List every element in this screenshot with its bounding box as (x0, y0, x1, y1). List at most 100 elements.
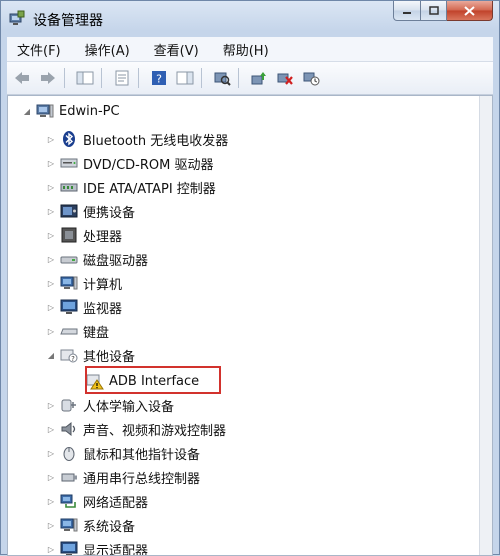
vertical-scrollbar[interactable] (479, 96, 492, 555)
expand-arrow-icon[interactable]: ▷ (46, 520, 56, 530)
keyboard-icon (60, 322, 78, 340)
toolbar-separator (238, 68, 239, 88)
tree-item-hid[interactable]: ▷ 人体学输入设备 (46, 394, 174, 416)
forward-arrow-icon (41, 72, 55, 84)
close-button[interactable] (447, 1, 493, 21)
expand-arrow-icon[interactable]: ▷ (46, 326, 56, 336)
show-hide-console-tree-button[interactable] (74, 67, 96, 89)
title-bar[interactable]: 设备管理器 (1, 1, 499, 35)
action-pane-button[interactable] (174, 67, 196, 89)
expand-arrow-icon[interactable]: ▷ (46, 472, 56, 482)
tree-item-keyboards[interactable]: ▷ 键盘 (46, 320, 109, 342)
tree-item-monitors[interactable]: ▷ 监视器 (46, 296, 122, 318)
toolbar-separator (101, 68, 102, 88)
window-controls (393, 1, 493, 23)
highlight-box (85, 366, 221, 394)
tree-item-disk-drives[interactable]: ▷ 磁盘驱动器 (46, 248, 148, 270)
speaker-icon (60, 420, 78, 438)
menu-view[interactable]: 查看(V) (144, 40, 209, 59)
portable-device-icon (60, 202, 78, 220)
svg-text:?: ? (71, 355, 75, 363)
tree-item-network-adapters[interactable]: ▷ 网络适配器 (46, 490, 148, 512)
expand-arrow-icon[interactable]: ▷ (46, 448, 56, 458)
toolbar-separator (64, 68, 65, 88)
collapse-arrow-icon[interactable]: ◢ (22, 106, 32, 116)
monitor-icon (60, 298, 78, 316)
tree-item-mice[interactable]: ▷ 鼠标和其他指针设备 (46, 442, 200, 464)
processor-icon (60, 226, 78, 244)
expand-arrow-icon[interactable]: ▷ (46, 278, 56, 288)
expand-arrow-icon[interactable]: ▷ (46, 496, 56, 506)
expand-arrow-icon[interactable]: ▷ (46, 230, 56, 240)
system-device-icon (60, 516, 78, 534)
uninstall-button[interactable] (274, 67, 296, 89)
menu-file[interactable]: 文件(F) (7, 40, 71, 59)
disable-device-button[interactable] (300, 67, 322, 89)
tree-item-processors[interactable]: ▷ 处理器 (46, 224, 122, 246)
device-manager-window: 设备管理器 文件(F) 操作(A) 查看(V) 帮助(H) ? ◢ Edwin-… (0, 0, 500, 556)
tree-item-portable-devices[interactable]: ▷ 便携设备 (46, 200, 135, 222)
expand-arrow-icon[interactable]: ▷ (46, 544, 56, 554)
expand-arrow-icon[interactable]: ▷ (46, 158, 56, 168)
back-button[interactable] (11, 67, 33, 89)
ide-controller-icon (60, 178, 78, 196)
toolbar: ? (7, 62, 493, 95)
toolbar-separator (201, 68, 202, 88)
help-button[interactable]: ? (148, 67, 170, 89)
hid-icon (60, 396, 78, 414)
expand-arrow-icon[interactable]: ▷ (46, 400, 56, 410)
maximize-icon (428, 6, 439, 15)
device-manager-icon (9, 10, 25, 26)
minimize-button[interactable] (393, 1, 421, 21)
svg-text:?: ? (156, 73, 162, 86)
back-arrow-icon (15, 72, 29, 84)
tree-item-sound-video-game[interactable]: ▷ 声音、视频和游戏控制器 (46, 418, 226, 440)
scan-hardware-icon (214, 72, 231, 86)
computer-icon (60, 274, 78, 292)
menu-help[interactable]: 帮助(H) (213, 40, 279, 59)
network-adapter-icon (60, 492, 78, 510)
display-adapter-icon (60, 540, 78, 555)
tree-item-system-devices[interactable]: ▷ 系统设备 (46, 514, 135, 536)
disk-drive-icon (60, 250, 78, 268)
expand-arrow-icon[interactable]: ▷ (46, 134, 56, 144)
expand-arrow-icon[interactable]: ▷ (46, 182, 56, 192)
computer-icon (36, 102, 54, 120)
collapse-arrow-icon[interactable]: ◢ (46, 350, 56, 360)
tree-item-display-adapters[interactable]: ▷ 显示适配器 (46, 538, 148, 555)
minimize-icon (403, 11, 411, 14)
toolbar-separator (138, 68, 139, 88)
expand-arrow-icon[interactable]: ▷ (46, 206, 56, 216)
tree-root[interactable]: ◢ Edwin-PC (22, 100, 120, 122)
menu-action[interactable]: 操作(A) (75, 40, 140, 59)
tree-item-bluetooth[interactable]: ▷ Bluetooth 无线电收发器 (46, 128, 228, 150)
unknown-device-icon: ? (60, 346, 78, 364)
tree-item-other-devices[interactable]: ◢ ? 其他设备 (46, 344, 135, 366)
disable-device-icon (303, 72, 320, 86)
tree-item-dvd-cdrom[interactable]: ▷ DVD/CD-ROM 驱动器 (46, 152, 214, 174)
expand-arrow-icon[interactable]: ▷ (46, 424, 56, 434)
uninstall-icon (277, 73, 293, 85)
forward-button[interactable] (37, 67, 59, 89)
properties-button[interactable] (111, 67, 133, 89)
menu-bar: 文件(F) 操作(A) 查看(V) 帮助(H) (7, 37, 493, 62)
bluetooth-icon (60, 130, 78, 148)
update-driver-button[interactable] (248, 67, 270, 89)
expand-arrow-icon[interactable]: ▷ (46, 302, 56, 312)
mouse-icon (60, 444, 78, 462)
scan-hardware-button[interactable] (211, 67, 233, 89)
window-title: 设备管理器 (33, 13, 103, 29)
action-pane-icon (176, 71, 194, 85)
tree-root-label: Edwin-PC (59, 103, 120, 119)
close-icon (464, 5, 475, 16)
device-tree: ◢ Edwin-PC ▷ Bluetooth 无线电收发器 ▷ DVD/CD-R… (7, 95, 493, 556)
update-driver-icon (251, 72, 266, 85)
tree-item-computer[interactable]: ▷ 计算机 (46, 272, 122, 294)
help-icon: ? (152, 71, 166, 86)
tree-item-ide-ata[interactable]: ▷ IDE ATA/ATAPI 控制器 (46, 176, 216, 198)
dvd-drive-icon (60, 154, 78, 172)
tree-item-usb-controllers[interactable]: ▷ 通用串行总线控制器 (46, 466, 200, 488)
maximize-button[interactable] (421, 1, 447, 21)
expand-arrow-icon[interactable]: ▷ (46, 254, 56, 264)
properties-icon (115, 70, 129, 86)
